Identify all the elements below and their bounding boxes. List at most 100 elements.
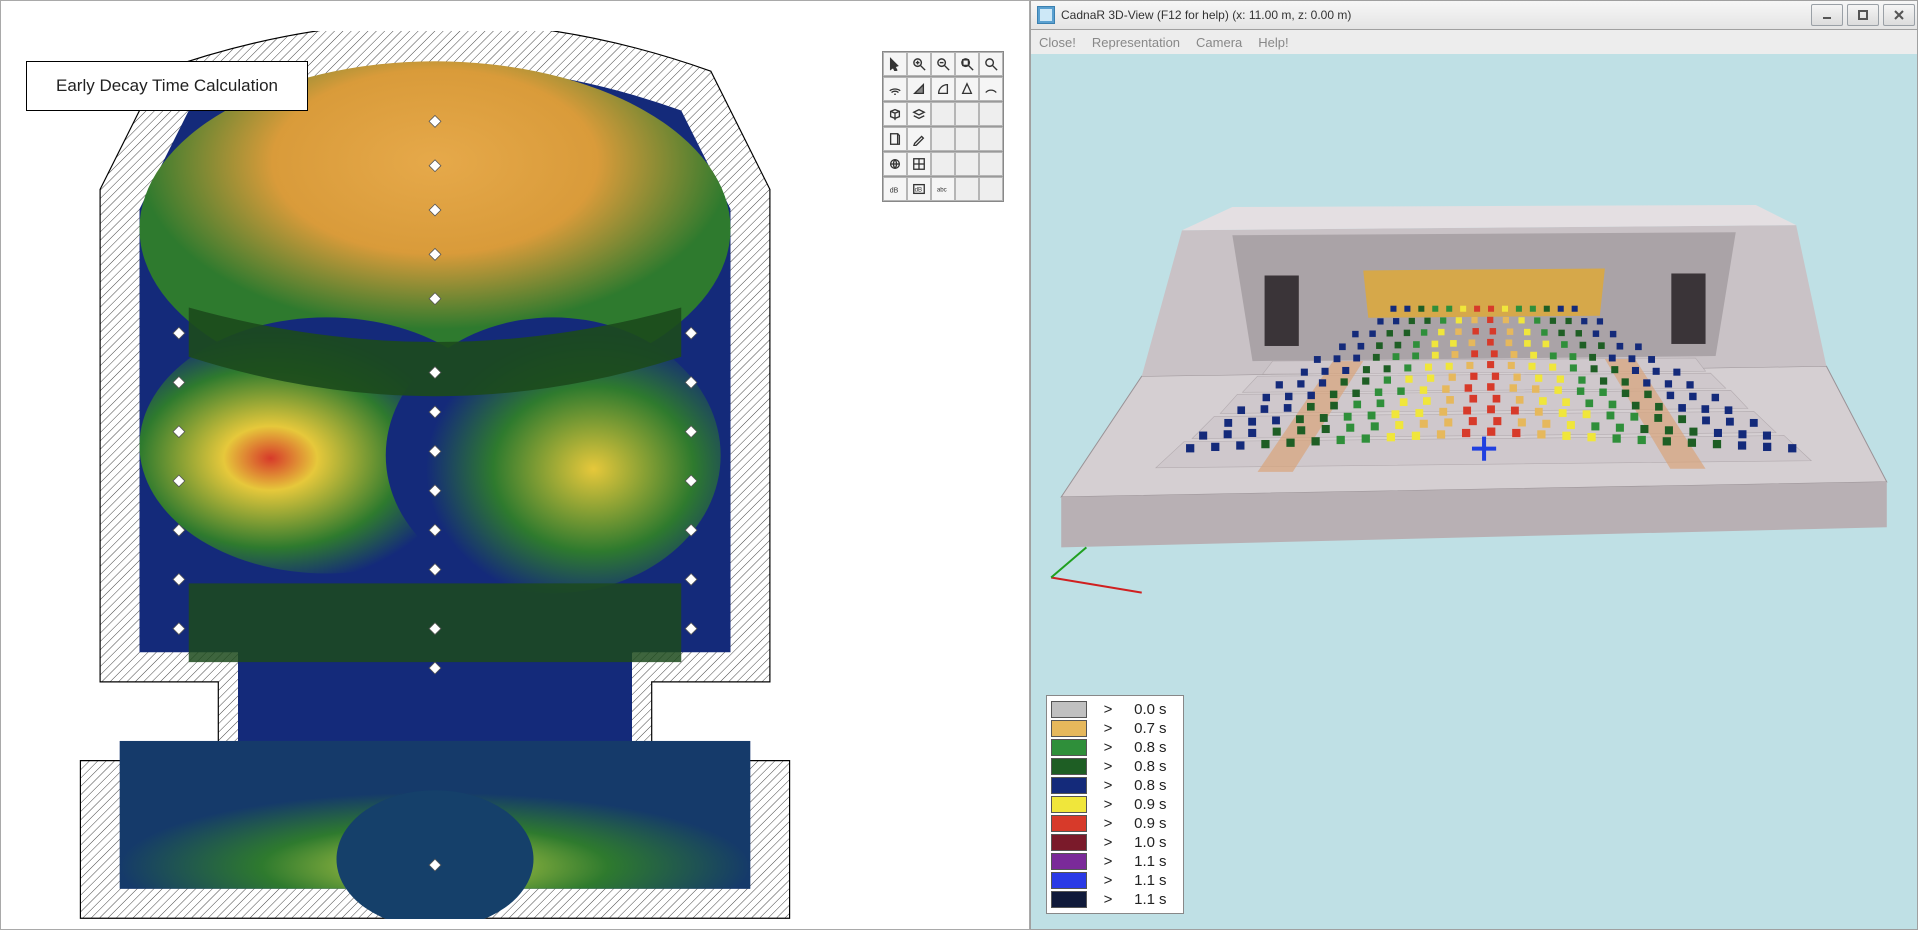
legend-row: >1.0s (1051, 833, 1173, 852)
legend-op: > (1101, 758, 1115, 775)
legend-swatch (1051, 834, 1087, 851)
blank-tool (979, 127, 1003, 151)
legend-value: 0.8 (1115, 758, 1155, 775)
globe-icon (888, 157, 902, 171)
viewport-3d[interactable]: >0.0s>0.7s>0.8s>0.8s>0.8s>0.9s>0.9s>1.0s… (1030, 54, 1918, 930)
tool-palette: dB dB abc (882, 51, 1004, 202)
arc-tool[interactable] (979, 77, 1003, 101)
window-titlebar[interactable]: CadnaR 3D-View (F12 for help) (x: 11.00 … (1030, 0, 1918, 30)
legend-unit: s (1159, 891, 1173, 908)
pencil-icon (912, 132, 926, 146)
zoom-window-tool[interactable] (979, 52, 1003, 76)
legend-op: > (1101, 720, 1115, 737)
pencil-tool[interactable] (907, 127, 931, 151)
abc-tool[interactable]: abc (931, 177, 955, 201)
grid-icon (912, 157, 926, 171)
legend-op: > (1101, 834, 1115, 851)
legend-swatch (1051, 777, 1087, 794)
legend-swatch (1051, 739, 1087, 756)
db2-icon: dB (912, 182, 926, 196)
wedge-icon (912, 82, 926, 96)
legend-unit: s (1159, 834, 1173, 851)
cone-icon (960, 82, 974, 96)
legend-unit: s (1159, 853, 1173, 870)
zoom-out-tool[interactable] (931, 52, 955, 76)
zoom-in-icon (912, 57, 927, 72)
svg-text:abc: abc (937, 187, 947, 194)
close-button[interactable] (1883, 4, 1915, 26)
blank-tool (979, 102, 1003, 126)
minimize-button[interactable] (1811, 4, 1843, 26)
cube-tool[interactable] (883, 102, 907, 126)
maximize-button[interactable] (1847, 4, 1879, 26)
zoom-out-icon (936, 57, 951, 72)
legend-swatch (1051, 796, 1087, 813)
legend-row: >0.0s (1051, 700, 1173, 719)
heatmap-svg (41, 31, 829, 919)
globe-tool[interactable] (883, 152, 907, 176)
zoom-fit-icon (960, 57, 975, 72)
legend-op: > (1101, 777, 1115, 794)
legend-op: > (1101, 853, 1115, 870)
plan-canvas[interactable] (41, 31, 829, 919)
wifi-tool[interactable] (883, 77, 907, 101)
layers-tool[interactable] (907, 102, 931, 126)
app-root: Early Decay Time Calculation (0, 0, 1918, 930)
legend-row: >0.8s (1051, 776, 1173, 795)
arrow-icon (888, 57, 902, 71)
menu-item-representation[interactable]: Representation (1092, 35, 1180, 50)
paper-tool[interactable] (883, 127, 907, 151)
legend-swatch (1051, 701, 1087, 718)
legend-unit: s (1159, 777, 1173, 794)
legend-op: > (1101, 739, 1115, 756)
axis-gizmo (1051, 547, 1142, 592)
fan-tool[interactable] (931, 77, 955, 101)
grid-tool[interactable] (907, 152, 931, 176)
legend-row: >1.1s (1051, 890, 1173, 909)
legend-op: > (1101, 891, 1115, 908)
menu-item-help[interactable]: Help! (1258, 35, 1288, 50)
blank-tool (955, 127, 979, 151)
menubar: Close! Representation Camera Help! (1030, 30, 1918, 54)
legend-unit: s (1159, 796, 1173, 813)
zoom-fit-tool[interactable] (955, 52, 979, 76)
legend-unit: s (1159, 720, 1173, 737)
svg-text:dB: dB (890, 188, 899, 195)
wedge-tool[interactable] (907, 77, 931, 101)
legend-value: 0.9 (1115, 796, 1155, 813)
color-legend: >0.0s>0.7s>0.8s>0.8s>0.8s>0.9s>0.9s>1.0s… (1046, 695, 1184, 914)
db2-tool[interactable]: dB (907, 177, 931, 201)
legend-value: 0.8 (1115, 777, 1155, 794)
legend-value: 1.1 (1115, 891, 1155, 908)
db-tool[interactable]: dB (883, 177, 907, 201)
plan-view-pane[interactable]: Early Decay Time Calculation (0, 0, 1030, 930)
menu-item-camera[interactable]: Camera (1196, 35, 1242, 50)
paper-icon (888, 132, 902, 146)
legend-row: >0.9s (1051, 795, 1173, 814)
legend-op: > (1101, 815, 1115, 832)
legend-swatch (1051, 891, 1087, 908)
blank-tool (955, 152, 979, 176)
legend-op: > (1101, 872, 1115, 889)
legend-unit: s (1159, 739, 1173, 756)
legend-value: 0.0 (1115, 701, 1155, 718)
legend-op: > (1101, 796, 1115, 813)
arrow-tool[interactable] (883, 52, 907, 76)
app-icon (1037, 6, 1055, 24)
window-buttons (1809, 1, 1917, 29)
legend-swatch (1051, 758, 1087, 775)
svg-text:dB: dB (915, 187, 922, 194)
zoom-in-tool[interactable] (907, 52, 931, 76)
legend-row: >0.8s (1051, 757, 1173, 776)
legend-swatch (1051, 853, 1087, 870)
cone-tool[interactable] (955, 77, 979, 101)
db-icon: dB (888, 182, 902, 196)
view3d-window: CadnaR 3D-View (F12 for help) (x: 11.00 … (1030, 0, 1918, 930)
abc-icon: abc (936, 182, 950, 196)
blank-tool (931, 127, 955, 151)
blank-tool (979, 177, 1003, 201)
legend-unit: s (1159, 815, 1173, 832)
legend-unit: s (1159, 758, 1173, 775)
legend-swatch (1051, 815, 1087, 832)
menu-item-close[interactable]: Close! (1039, 35, 1076, 50)
